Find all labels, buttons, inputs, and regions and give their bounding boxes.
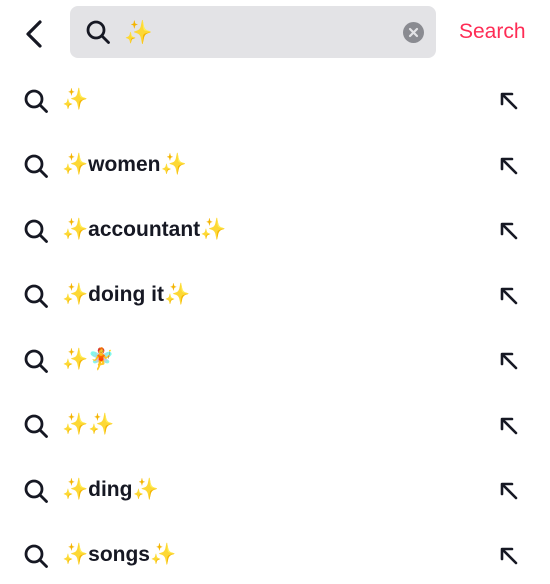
suggestion-item[interactable]: ✨accountant✨ (0, 198, 550, 263)
search-header: Search (0, 0, 550, 64)
search-icon (24, 479, 48, 503)
suggestion-item[interactable]: ✨songs✨ (0, 523, 550, 584)
arrow-up-left-icon[interactable] (496, 543, 522, 569)
suggestion-label: ✨ (62, 88, 89, 111)
arrow-up-left-icon[interactable] (496, 88, 522, 114)
arrow-up-left-icon[interactable] (496, 283, 522, 309)
suggestion-label: ✨ding✨ (62, 478, 159, 501)
suggestion-label: ✨songs✨ (62, 543, 177, 566)
search-button[interactable]: Search (459, 20, 526, 44)
search-box[interactable] (70, 6, 436, 58)
suggestion-label: ✨✨ (62, 413, 115, 436)
suggestion-item[interactable]: ✨ (0, 68, 550, 133)
search-icon (24, 89, 48, 113)
suggestion-item[interactable]: ✨women✨ (0, 133, 550, 198)
back-button[interactable] (14, 14, 54, 54)
suggestion-label: ✨🧚 (62, 348, 115, 371)
arrow-up-left-icon[interactable] (496, 153, 522, 179)
suggestion-label: ✨accountant✨ (62, 218, 227, 241)
search-page: Search ✨ ✨women✨ (0, 0, 550, 584)
clear-circle-icon[interactable] (403, 22, 424, 43)
suggestion-item[interactable]: ✨doing it✨ (0, 263, 550, 328)
suggestion-item[interactable]: ✨🧚 (0, 328, 550, 393)
search-icon (24, 544, 48, 568)
arrow-up-left-icon[interactable] (496, 478, 522, 504)
search-icon (24, 349, 48, 373)
arrow-up-left-icon[interactable] (496, 413, 522, 439)
search-icon (86, 20, 110, 44)
suggestion-list: ✨ ✨women✨ ✨accountant✨ ✨doing it✨ ✨🧚 ✨✨ … (0, 68, 550, 584)
search-icon (24, 414, 48, 438)
arrow-up-left-icon[interactable] (496, 348, 522, 374)
suggestion-label: ✨doing it✨ (62, 283, 191, 306)
suggestion-item[interactable]: ✨✨ (0, 393, 550, 458)
suggestion-label: ✨women✨ (62, 153, 187, 176)
arrow-up-left-icon[interactable] (496, 218, 522, 244)
chevron-left-icon (26, 20, 42, 48)
search-icon (24, 284, 48, 308)
search-icon (24, 219, 48, 243)
suggestion-item[interactable]: ✨ding✨ (0, 458, 550, 523)
search-icon (24, 154, 48, 178)
search-input[interactable] (124, 14, 404, 50)
